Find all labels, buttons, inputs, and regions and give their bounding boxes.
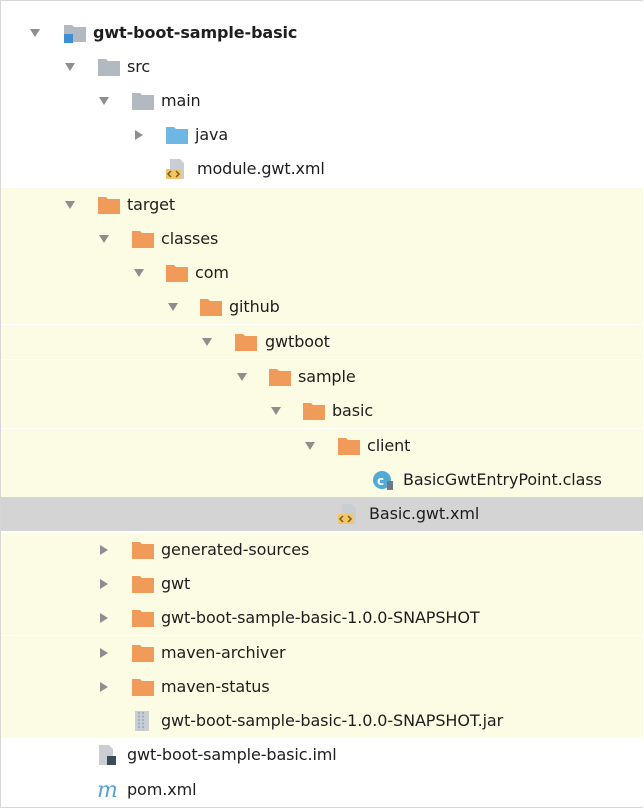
tree-item-basic[interactable]: basic <box>1 394 643 428</box>
collapse-arrow-icon[interactable] <box>96 679 112 695</box>
excluded-folder-icon <box>97 194 121 216</box>
expand-arrow-icon[interactable] <box>268 403 284 419</box>
tree-item-generated-sources[interactable]: generated-sources <box>1 533 643 567</box>
excluded-folder-icon <box>131 228 155 250</box>
expand-arrow-icon[interactable] <box>62 197 78 213</box>
tree-item-basicgwtentrypoint-class[interactable]: c BasicGwtEntryPoint.class <box>1 463 643 497</box>
tree-item-label: gwtboot <box>265 332 330 351</box>
tree-item-snapshot-folder[interactable]: gwt-boot-sample-basic-1.0.0-SNAPSHOT <box>1 601 643 635</box>
expand-arrow-icon[interactable] <box>302 438 318 454</box>
tree-item-label: gwt-boot-sample-basic <box>93 23 298 42</box>
tree-item-label: generated-sources <box>161 540 310 559</box>
expand-arrow-icon[interactable] <box>27 25 43 41</box>
folder-icon <box>97 56 121 78</box>
tree-item-label: gwt-boot-sample-basic-1.0.0-SNAPSHOT.jar <box>161 711 504 730</box>
tree-item-sample[interactable]: sample <box>1 360 643 394</box>
tree-item-module-gwt-xml[interactable]: module.gwt.xml <box>1 152 643 186</box>
excluded-folder-icon <box>131 607 155 629</box>
tree-item-label: pom.xml <box>127 780 197 799</box>
collapse-arrow-icon[interactable] <box>96 610 112 626</box>
tree-item-classes[interactable]: classes <box>1 222 643 256</box>
tree-item-label: basic <box>332 401 374 420</box>
source-folder-icon <box>165 124 189 146</box>
tree-item-iml-file[interactable]: gwt-boot-sample-basic.iml <box>1 738 643 772</box>
tree-item-gwt-boot-sample-basic[interactable]: gwt-boot-sample-basic <box>1 16 643 50</box>
expand-arrow-icon[interactable] <box>62 59 78 75</box>
tree-item-maven-archiver[interactable]: maven-archiver <box>1 636 643 670</box>
tree-item-label: main <box>161 91 201 110</box>
tree-item-label: BasicGwtEntryPoint.class <box>403 470 602 489</box>
excluded-folder-icon <box>131 676 155 698</box>
excluded-folder-icon <box>302 400 326 422</box>
tree-item-label: module.gwt.xml <box>197 159 325 178</box>
expand-arrow-icon[interactable] <box>131 265 147 281</box>
tree-item-client[interactable]: client <box>1 429 643 463</box>
jar-archive-icon <box>131 710 155 732</box>
expand-arrow-icon[interactable] <box>234 369 250 385</box>
project-tree: gwt-boot-sample-basic src main java modu… <box>0 0 643 808</box>
tree-item-label: gwt-boot-sample-basic.iml <box>127 745 337 764</box>
excluded-folder-icon <box>199 296 223 318</box>
tree-item-label: maven-archiver <box>161 643 286 662</box>
tree-item-label: src <box>127 57 151 76</box>
collapse-arrow-icon[interactable] <box>131 127 147 143</box>
tree-item-label: gwt-boot-sample-basic-1.0.0-SNAPSHOT <box>161 608 480 627</box>
excluded-folder-icon <box>131 642 155 664</box>
tree-item-label: java <box>195 125 229 144</box>
excluded-folder-icon <box>268 366 292 388</box>
xml-file-icon <box>337 503 361 525</box>
tree-item-main[interactable]: main <box>1 84 643 118</box>
collapse-arrow-icon[interactable] <box>96 542 112 558</box>
tree-item-label: client <box>367 436 411 455</box>
tree-item-src[interactable]: src <box>1 50 643 84</box>
tree-item-target[interactable]: target <box>1 188 643 222</box>
tree-item-pom-xml[interactable]: m pom.xml <box>1 773 643 807</box>
svg-text:c: c <box>377 474 384 488</box>
module-folder-icon <box>63 22 87 44</box>
tree-item-basic-gwt-xml[interactable]: Basic.gwt.xml <box>1 497 643 531</box>
expand-arrow-icon[interactable] <box>199 334 215 350</box>
folder-icon <box>131 90 155 112</box>
tree-item-maven-status[interactable]: maven-status <box>1 670 643 704</box>
tree-item-snapshot-jar[interactable]: gwt-boot-sample-basic-1.0.0-SNAPSHOT.jar <box>1 704 643 738</box>
expand-arrow-icon[interactable] <box>96 231 112 247</box>
tree-item-gwt[interactable]: gwt <box>1 567 643 601</box>
excluded-folder-icon <box>131 539 155 561</box>
excluded-folder-icon <box>165 262 189 284</box>
tree-item-label: com <box>195 263 229 282</box>
tree-item-gwtboot[interactable]: gwtboot <box>1 325 643 359</box>
tree-item-com[interactable]: com <box>1 256 643 290</box>
tree-item-label: classes <box>161 229 219 248</box>
tree-item-label: sample <box>298 367 356 386</box>
expand-arrow-icon[interactable] <box>165 299 181 315</box>
tree-item-label: gwt <box>161 574 191 593</box>
xml-file-icon <box>165 158 189 180</box>
svg-text:m: m <box>97 779 118 801</box>
expand-arrow-icon[interactable] <box>96 93 112 109</box>
tree-item-label: target <box>127 195 176 214</box>
tree-item-label: github <box>229 297 280 316</box>
excluded-folder-icon <box>234 331 258 353</box>
class-file-icon: c <box>371 469 395 491</box>
iml-file-icon <box>97 744 121 766</box>
tree-item-java[interactable]: java <box>1 118 643 152</box>
maven-pom-icon: m <box>97 778 121 803</box>
collapse-arrow-icon[interactable] <box>96 645 112 661</box>
tree-item-label: Basic.gwt.xml <box>369 504 480 523</box>
collapse-arrow-icon[interactable] <box>96 576 112 592</box>
tree-item-github[interactable]: github <box>1 290 643 324</box>
excluded-folder-icon <box>337 435 361 457</box>
excluded-folder-icon <box>131 573 155 595</box>
tree-item-label: maven-status <box>161 677 270 696</box>
